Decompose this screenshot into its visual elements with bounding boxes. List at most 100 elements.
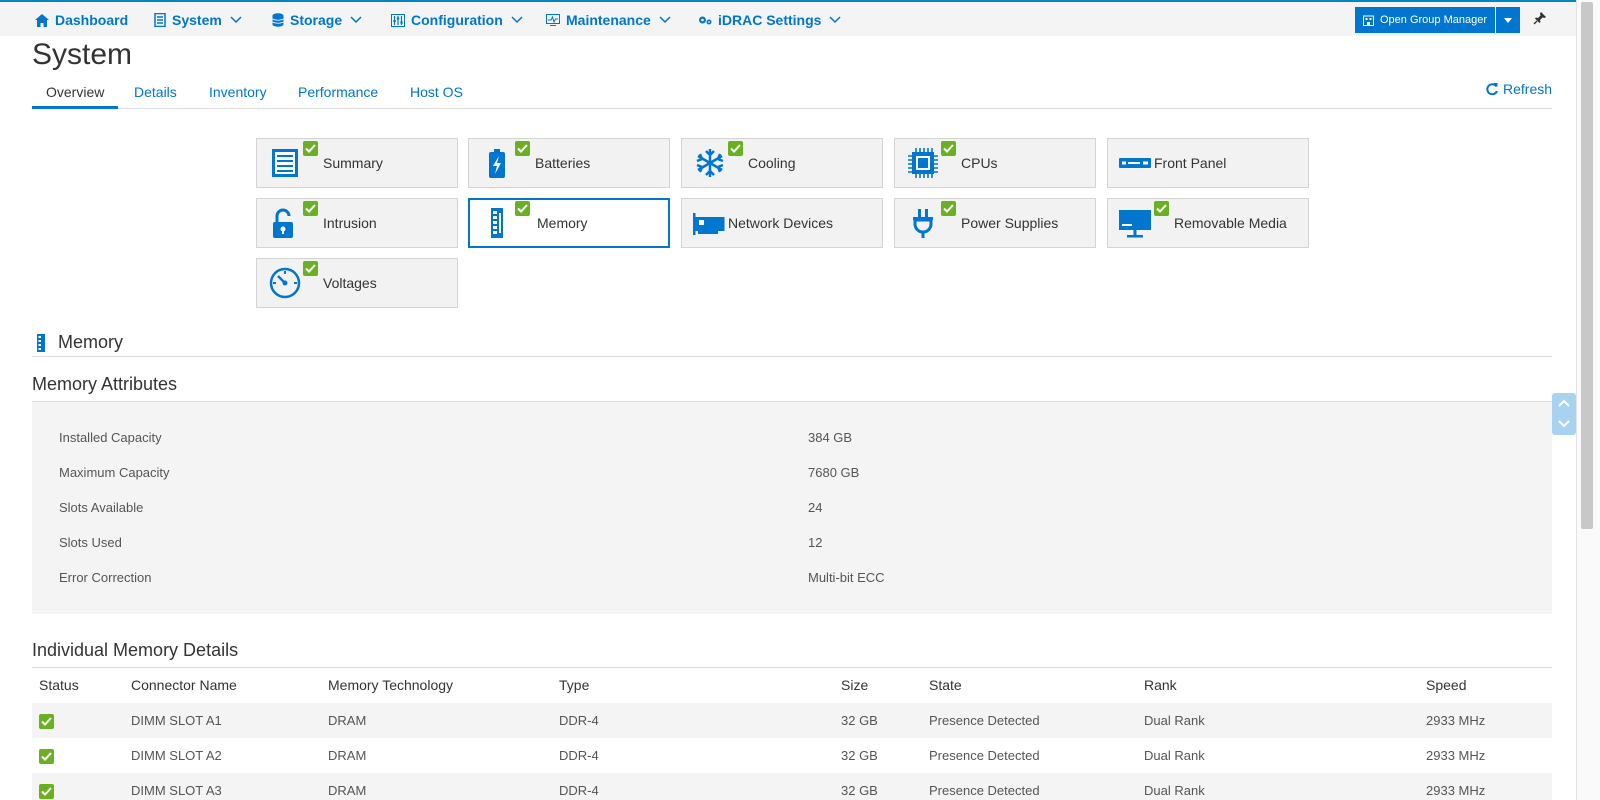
rank-cell: Dual Rank xyxy=(1144,748,1205,763)
attribute-key: Slots Used xyxy=(59,535,122,550)
caret-down-icon xyxy=(1504,17,1512,23)
column-header-speed[interactable]: Speed xyxy=(1419,667,1552,703)
nav-system[interactable]: System xyxy=(154,12,242,28)
rank-cell: Dual Rank xyxy=(1137,773,1419,800)
speed-cell: 2933 MHz xyxy=(1419,773,1552,800)
plug-icon xyxy=(913,209,933,238)
health-ok-icon xyxy=(303,141,318,156)
memory-details-title: Individual Memory Details xyxy=(32,640,1552,668)
list-icon xyxy=(272,149,298,177)
technology-cell: DRAM xyxy=(321,773,552,800)
group-manager-dropdown-button[interactable] xyxy=(1496,7,1520,33)
tile-summary[interactable]: Summary xyxy=(256,138,458,188)
home-icon xyxy=(35,13,49,27)
memory-section-title: Memory xyxy=(58,332,124,352)
column-header-rank[interactable]: Rank xyxy=(1137,667,1419,703)
database-icon xyxy=(272,13,284,27)
nav-maintenance[interactable]: Maintenance xyxy=(546,12,671,28)
tile-label: CPUs xyxy=(961,155,998,171)
table-row: DIMM SLOT A1 DRAM DDR-4 32 GB Presence D… xyxy=(32,703,1552,738)
pin-button[interactable] xyxy=(1533,11,1547,30)
chevron-down-icon[interactable] xyxy=(1558,420,1570,428)
tile-label: Summary xyxy=(323,155,383,171)
nav-configuration-label: Configuration xyxy=(411,12,503,28)
health-ok-icon xyxy=(515,201,530,216)
unlock-icon xyxy=(273,208,293,238)
tile-label: Front Panel xyxy=(1154,155,1227,171)
technology-cell: DRAM xyxy=(321,703,552,738)
building-icon xyxy=(1363,15,1374,26)
battery-icon xyxy=(489,149,505,178)
chevron-down-icon xyxy=(511,16,523,24)
tab-inventory[interactable]: Inventory xyxy=(209,84,267,100)
column-header-connector[interactable]: Connector Name xyxy=(124,667,321,703)
column-header-status[interactable]: Status xyxy=(32,667,124,703)
speed-cell: 2933 MHz xyxy=(1419,703,1552,738)
chevron-up-icon[interactable] xyxy=(1558,399,1570,407)
nav-storage[interactable]: Storage xyxy=(272,12,362,28)
column-header-type[interactable]: Type xyxy=(552,667,834,703)
memory-icon xyxy=(37,333,45,352)
refresh-label: Refresh xyxy=(1503,81,1553,97)
tile-intrusion[interactable]: Intrusion xyxy=(256,198,458,248)
health-ok-icon xyxy=(303,201,318,216)
state-cell: Presence Detected xyxy=(929,748,1040,763)
type-cell: DDR-4 xyxy=(552,703,834,738)
nav-idrac-settings-label: iDRAC Settings xyxy=(718,12,822,28)
nav-idrac-settings[interactable]: iDRAC Settings xyxy=(698,12,841,28)
tab-bar: Overview Details Inventory Performance H… xyxy=(32,82,1552,109)
tile-voltages[interactable]: Voltages xyxy=(256,258,458,308)
snowflake-icon xyxy=(696,149,724,177)
attribute-value: 384 GB xyxy=(808,430,853,445)
attribute-row: Error Correction Multi-bit ECC xyxy=(59,570,1539,590)
tile-cooling[interactable]: Cooling xyxy=(681,138,883,188)
server-icon xyxy=(154,13,166,27)
tile-cpus[interactable]: CPUs xyxy=(894,138,1096,188)
table-row: DIMM SLOT A3 DRAM DDR-4 32 GB Presence D… xyxy=(32,773,1552,800)
column-header-technology[interactable]: Memory Technology xyxy=(321,667,552,703)
removable-media-icon xyxy=(1119,210,1151,238)
size-cell: 32 GB xyxy=(834,703,922,738)
tab-overview[interactable]: Overview xyxy=(32,84,119,109)
tile-front-panel[interactable]: Front Panel xyxy=(1107,138,1309,188)
attribute-row: Installed Capacity 384 GB xyxy=(59,430,1539,450)
refresh-button[interactable]: Refresh xyxy=(1485,81,1552,97)
tile-batteries[interactable]: Batteries xyxy=(468,138,670,188)
status-ok-icon xyxy=(39,748,54,764)
top-nav: Dashboard System Storage Configuration M… xyxy=(0,0,1576,36)
tile-memory[interactable]: Memory xyxy=(468,198,670,248)
page-title: System xyxy=(32,38,133,71)
nav-dashboard[interactable]: Dashboard xyxy=(35,12,128,28)
tile-label: Removable Media xyxy=(1174,215,1287,231)
column-header-state[interactable]: State xyxy=(922,667,1137,703)
connector-cell: DIMM SLOT A3 xyxy=(124,773,321,800)
open-group-manager-button[interactable]: Open Group Manager xyxy=(1355,7,1495,33)
status-cell xyxy=(32,738,124,773)
tile-network-devices[interactable]: Network Devices xyxy=(681,198,883,248)
tab-details[interactable]: Details xyxy=(134,84,177,100)
network-card-icon xyxy=(693,213,725,235)
type-cell: DDR-4 xyxy=(559,748,599,763)
health-ok-icon xyxy=(1154,201,1169,216)
scroll-jump-control[interactable] xyxy=(1552,393,1576,435)
type-cell: DDR-4 xyxy=(552,773,834,800)
size-cell: 32 GB xyxy=(834,773,922,800)
tile-label: Voltages xyxy=(323,275,377,291)
attribute-value: 24 xyxy=(808,500,823,515)
attribute-key: Maximum Capacity xyxy=(59,465,170,480)
column-header-size[interactable]: Size xyxy=(834,667,922,703)
tile-power-supplies[interactable]: Power Supplies xyxy=(894,198,1096,248)
attribute-value: Multi-bit ECC xyxy=(808,570,885,585)
tab-host-os[interactable]: Host OS xyxy=(410,84,463,100)
nav-storage-label: Storage xyxy=(290,12,343,28)
tab-performance[interactable]: Performance xyxy=(298,84,378,100)
tile-label: Power Supplies xyxy=(961,215,1059,231)
health-ok-icon xyxy=(941,201,956,216)
pin-icon xyxy=(1533,12,1546,25)
tile-removable-media[interactable]: Removable Media xyxy=(1107,198,1309,248)
health-ok-icon xyxy=(941,141,956,156)
attribute-row: Slots Used 12 xyxy=(59,535,1539,555)
nav-configuration[interactable]: Configuration xyxy=(391,12,523,28)
memory-section-header: Memory xyxy=(32,329,1552,357)
scrollbar-thumb[interactable] xyxy=(1581,2,1593,529)
